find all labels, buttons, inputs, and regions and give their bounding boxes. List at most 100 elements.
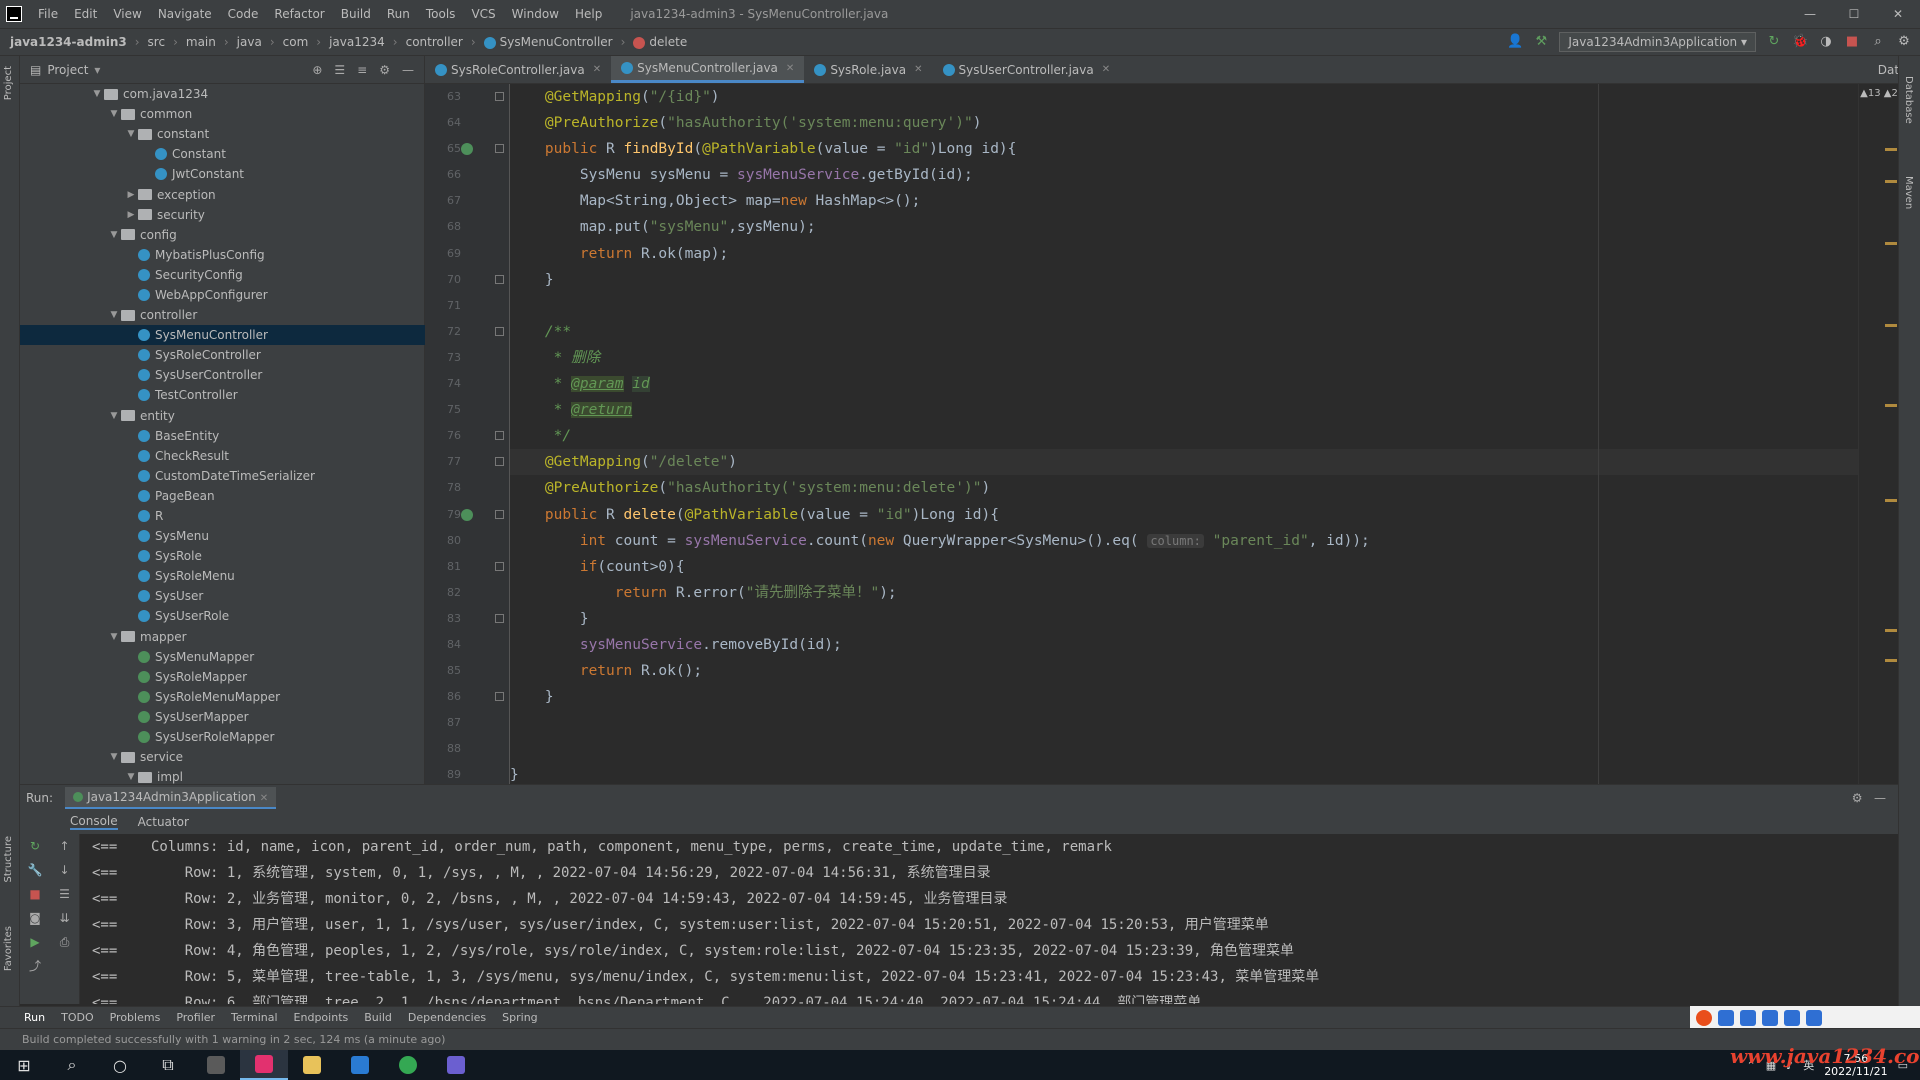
chevron-down-icon[interactable]: ▼ xyxy=(107,632,121,642)
code-editor[interactable]: @GetMapping("/{id}") @PreAuthorize("hasA… xyxy=(510,84,1858,784)
console-line[interactable]: <== Row: 4, 角色管理, peoples, 1, 2, /sys/ro… xyxy=(80,938,1898,964)
tree-item-sysuserrolemapper[interactable]: SysUserRoleMapper xyxy=(20,727,425,747)
tree-item-sysuser[interactable]: SysUser xyxy=(20,586,425,606)
scroll-down-icon[interactable]: ↓ xyxy=(50,858,79,882)
code-line[interactable]: if(count>0){ xyxy=(510,554,1858,580)
chevron-down-icon[interactable]: ▾ xyxy=(94,63,100,77)
code-line[interactable]: return R.error("请先删除子菜单！"); xyxy=(510,580,1858,606)
fold-icon[interactable] xyxy=(495,326,504,336)
close-icon[interactable]: ✕ xyxy=(260,793,268,804)
tree-item-sysrolemapper[interactable]: SysRoleMapper xyxy=(20,667,425,687)
fold-icon[interactable] xyxy=(495,92,504,101)
cortana-icon[interactable]: ○ xyxy=(96,1050,144,1080)
fold-icon[interactable] xyxy=(495,431,504,441)
print-icon[interactable]: ⎙ xyxy=(50,930,79,954)
close-tab-icon[interactable]: ✕ xyxy=(786,63,794,74)
tree-item-entity[interactable]: ▼ entity xyxy=(20,406,425,426)
ime-icon[interactable] xyxy=(1762,1010,1778,1026)
chevron-down-icon[interactable]: ▼ xyxy=(124,772,138,782)
debug-icon[interactable]: 🐞 xyxy=(1792,34,1808,50)
tree-item-sysmenucontroller[interactable]: SysMenuController xyxy=(20,325,425,346)
code-line[interactable]: * @param id xyxy=(510,371,1858,397)
tree-item-com-java1234[interactable]: ▼ com.java1234 xyxy=(20,84,425,104)
scroll-up-icon[interactable]: ↑ xyxy=(50,834,79,858)
breadcrumb-src[interactable]: src xyxy=(146,35,168,49)
maven-side-button[interactable]: Maven xyxy=(1903,176,1914,209)
tree-item-sysrole[interactable]: SysRole xyxy=(20,546,425,566)
warnings-counter[interactable]: ▲13 ▲2 xyxy=(1859,88,1899,99)
code-line[interactable]: SysMenu sysMenu = sysMenuService.getById… xyxy=(510,162,1858,188)
tree-item-config[interactable]: ▼ config xyxy=(20,225,425,245)
code-line[interactable]: return R.ok(); xyxy=(510,658,1858,684)
menu-edit[interactable]: Edit xyxy=(66,7,105,21)
close-icon[interactable]: ✕ xyxy=(1876,7,1920,21)
tab-sysrolecontroller-java[interactable]: SysRoleController.java ✕ xyxy=(425,56,611,83)
code-line[interactable]: } xyxy=(510,684,1858,710)
tree-item-sysuserrole[interactable]: SysUserRole xyxy=(20,606,425,626)
menu-view[interactable]: View xyxy=(105,7,149,21)
breadcrumb-com[interactable]: com xyxy=(281,35,311,49)
code-line[interactable]: int count = sysMenuService.count(new Que… xyxy=(510,528,1858,554)
menu-code[interactable]: Code xyxy=(220,7,267,21)
gear-icon[interactable]: ⚙ xyxy=(379,63,390,77)
stop-icon[interactable]: ■ xyxy=(20,882,50,906)
fold-icon[interactable] xyxy=(495,457,504,467)
tool-tab-terminal[interactable]: Terminal xyxy=(231,1011,278,1024)
project-tool-button[interactable]: Project xyxy=(3,66,17,100)
camera-icon[interactable]: ◙ xyxy=(20,906,50,930)
code-line[interactable]: sysMenuService.removeById(id); xyxy=(510,632,1858,658)
tool-tab-dependencies[interactable]: Dependencies xyxy=(408,1011,486,1024)
code-line[interactable]: @GetMapping("/delete") xyxy=(510,449,1858,476)
coverage-icon[interactable]: ◑ xyxy=(1818,34,1834,50)
close-tab-icon[interactable]: ✕ xyxy=(914,64,922,75)
tree-item-securityconfig[interactable]: SecurityConfig xyxy=(20,265,425,285)
fold-icon[interactable] xyxy=(495,692,504,702)
fold-icon[interactable] xyxy=(495,509,504,519)
tree-item-security[interactable]: ▶ security xyxy=(20,205,425,225)
menu-vcs[interactable]: VCS xyxy=(463,7,503,21)
chevron-down-icon[interactable]: ▼ xyxy=(124,129,138,139)
build-hammer-icon[interactable]: ⚒ xyxy=(1533,34,1549,50)
tree-item-sysusermapper[interactable]: SysUserMapper xyxy=(20,707,425,727)
code-line[interactable] xyxy=(510,736,1858,762)
soft-wrap-icon[interactable]: ☰ xyxy=(50,882,79,906)
code-line[interactable]: * @return xyxy=(510,397,1858,423)
menu-refactor[interactable]: Refactor xyxy=(266,7,332,21)
tree-item-checkresult[interactable]: CheckResult xyxy=(20,446,425,466)
chrome-taskbar-icon[interactable] xyxy=(384,1050,432,1080)
code-line[interactable]: * 删除 xyxy=(510,345,1858,371)
menu-window[interactable]: Window xyxy=(504,7,567,21)
code-line[interactable]: /** xyxy=(510,319,1858,345)
settings-gear-icon[interactable]: ⚙ xyxy=(1896,34,1912,50)
tree-item-constant[interactable]: Constant xyxy=(20,144,425,164)
tree-item-baseentity[interactable]: BaseEntity xyxy=(20,426,425,446)
fold-icon[interactable] xyxy=(495,561,504,571)
search-icon[interactable]: ⌕ xyxy=(1870,34,1886,50)
chevron-down-icon[interactable]: ▼ xyxy=(107,411,121,421)
database-side-button[interactable]: Database xyxy=(1903,76,1914,124)
request-mapping-icon[interactable] xyxy=(461,143,473,156)
code-line[interactable]: @PreAuthorize("hasAuthority('system:menu… xyxy=(510,110,1858,136)
console-line[interactable]: <== Row: 3, 用户管理, user, 1, 1, /sys/user,… xyxy=(80,912,1898,938)
code-line[interactable]: @GetMapping("/{id}") xyxy=(510,84,1858,110)
windows-start-icon[interactable]: ⊞ xyxy=(0,1050,48,1080)
tree-item-r[interactable]: R xyxy=(20,506,425,526)
resume-icon[interactable]: ▶ xyxy=(20,930,50,954)
code-line[interactable]: } xyxy=(510,267,1858,293)
fold-icon[interactable] xyxy=(495,144,504,154)
tree-item-webappconfigurer[interactable]: WebAppConfigurer xyxy=(20,285,425,305)
tree-item-common[interactable]: ▼ common xyxy=(20,104,425,124)
tree-item-controller[interactable]: ▼ controller xyxy=(20,305,425,325)
chevron-down-icon[interactable]: ▼ xyxy=(107,310,121,320)
tree-item-constant[interactable]: ▼ constant xyxy=(20,124,425,144)
code-line[interactable]: public R findById(@PathVariable(value = … xyxy=(510,136,1858,162)
code-line[interactable]: return R.ok(map); xyxy=(510,241,1858,267)
rerun-icon[interactable]: ↻ xyxy=(20,834,50,858)
menu-run[interactable]: Run xyxy=(379,7,418,21)
code-line[interactable]: public R delete(@PathVariable(value = "i… xyxy=(510,502,1858,528)
actuator-tab[interactable]: Actuator xyxy=(138,815,189,829)
file-explorer-icon[interactable] xyxy=(288,1050,336,1080)
sogou-ime-icon[interactable] xyxy=(1696,1010,1712,1026)
chevron-down-icon[interactable]: ▼ xyxy=(107,752,121,762)
ime-icon[interactable] xyxy=(1740,1010,1756,1026)
